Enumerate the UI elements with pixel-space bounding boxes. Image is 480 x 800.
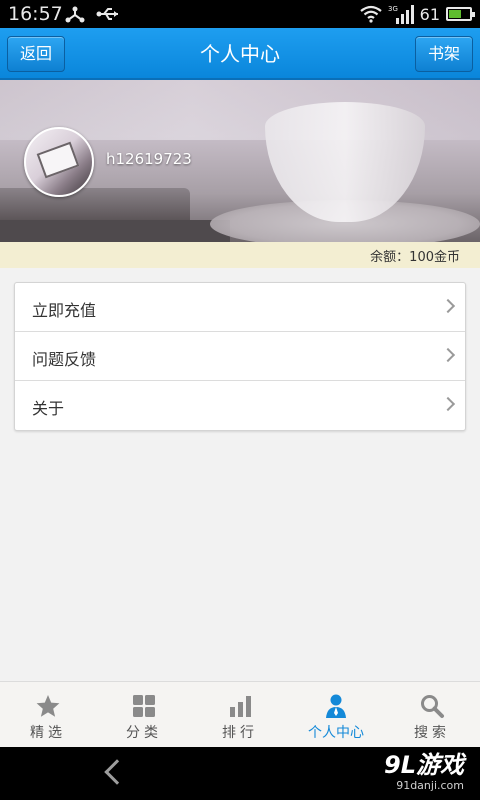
tab-label: 个人中心 bbox=[308, 725, 364, 741]
chevron-right-icon bbox=[440, 396, 456, 412]
menu-item-label: 关于 bbox=[32, 399, 65, 418]
profile-banner: h12619723 bbox=[0, 80, 480, 242]
wifi-icon bbox=[359, 5, 382, 23]
search-icon bbox=[421, 695, 444, 718]
bottom-tab-bar: 精选 分类 排行 个人中心 搜索 bbox=[0, 681, 480, 747]
tab-label: 搜索 bbox=[414, 725, 450, 741]
battery-icon bbox=[446, 7, 475, 21]
settings-menu: 立即充值 问题反馈 关于 bbox=[14, 282, 466, 431]
menu-item-feedback[interactable]: 问题反馈 bbox=[15, 332, 465, 381]
grid-icon bbox=[133, 695, 155, 717]
menu-item-about[interactable]: 关于 bbox=[15, 381, 465, 430]
username: h12619723 bbox=[106, 150, 192, 168]
status-time: 16:57 bbox=[8, 3, 63, 25]
battery-fill bbox=[449, 10, 461, 18]
tab-label: 分类 bbox=[126, 725, 162, 741]
balance-text: 余额：100金币 bbox=[370, 250, 460, 265]
battery-percent: 61 bbox=[419, 4, 440, 24]
tab-profile[interactable]: 个人中心 bbox=[288, 682, 384, 747]
tab-label: 精选 bbox=[30, 725, 66, 741]
balance-bar: 余额：100金币 bbox=[0, 242, 480, 268]
person-icon bbox=[326, 694, 346, 718]
status-left-icons bbox=[64, 4, 122, 24]
tab-category[interactable]: 分类 bbox=[96, 682, 192, 747]
status-bar: 16:57 3G 61 bbox=[0, 0, 480, 28]
tab-label: 排行 bbox=[222, 725, 258, 741]
tab-ranking[interactable]: 排行 bbox=[192, 682, 288, 747]
watermark: 9L游戏 91danji.com bbox=[384, 751, 464, 792]
watermark-url: 91danji.com bbox=[396, 779, 464, 792]
system-back-icon[interactable] bbox=[104, 759, 130, 785]
back-button[interactable]: 返回 bbox=[7, 36, 66, 72]
usb-tether-icon bbox=[65, 6, 85, 23]
usb-icon bbox=[96, 8, 118, 20]
menu-item-label: 问题反馈 bbox=[32, 350, 97, 369]
tab-search[interactable]: 搜索 bbox=[384, 682, 480, 747]
banner-books-shadow bbox=[0, 220, 230, 242]
title-bar: 个人中心 返回 书架 bbox=[0, 28, 480, 80]
chevron-right-icon bbox=[440, 347, 456, 363]
system-nav-bar: 9L游戏 91danji.com bbox=[0, 747, 480, 800]
menu-item-recharge[interactable]: 立即充值 bbox=[15, 283, 465, 332]
watermark-logo: 9L游戏 bbox=[384, 751, 464, 779]
signal-type: 3G bbox=[388, 5, 398, 13]
cell-signal-icon: 3G bbox=[388, 5, 414, 24]
avatar-image bbox=[36, 141, 80, 179]
status-right-icons: 3G 61 bbox=[359, 3, 475, 25]
bar-chart-icon bbox=[230, 696, 251, 717]
tab-featured[interactable]: 精选 bbox=[0, 682, 96, 747]
star-icon bbox=[36, 695, 60, 717]
chevron-right-icon bbox=[440, 298, 456, 314]
page-title: 个人中心 bbox=[200, 42, 280, 66]
bookshelf-button[interactable]: 书架 bbox=[414, 36, 473, 72]
menu-item-label: 立即充值 bbox=[32, 301, 97, 320]
avatar[interactable] bbox=[24, 127, 94, 197]
